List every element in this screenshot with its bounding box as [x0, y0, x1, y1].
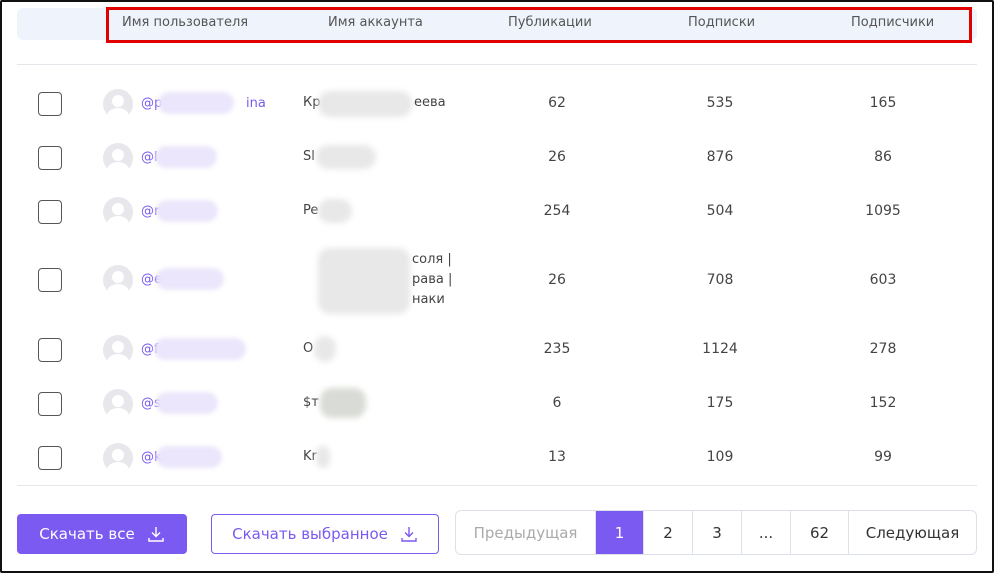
followers-count: 603	[869, 272, 897, 288]
header-subscriptions[interactable]: Подписки	[688, 15, 755, 30]
redacted-username	[156, 268, 224, 290]
download-icon	[148, 527, 164, 542]
publications-count: 235	[543, 341, 571, 357]
redacted-username	[156, 392, 218, 414]
account-name: $т	[303, 395, 319, 410]
table-row: @r Pe 254 504 1095	[0, 186, 994, 238]
avatar	[103, 265, 133, 295]
row-checkbox[interactable]	[38, 268, 62, 292]
avatar	[103, 89, 133, 119]
subscriptions-count: 175	[706, 395, 734, 411]
account-name: Kr	[303, 449, 317, 464]
header-divider	[17, 64, 977, 65]
header-username[interactable]: Имя пользователя	[122, 15, 248, 30]
redacted-account	[320, 388, 366, 418]
table-footer-divider	[17, 485, 977, 486]
account-name: O	[303, 341, 314, 356]
redacted-account	[316, 145, 376, 169]
publications-count: 26	[548, 149, 566, 165]
redacted-account	[318, 248, 410, 314]
pagination-page-1[interactable]: 1	[596, 511, 644, 554]
table-row: @e соля | рава | наки 26 708 603	[0, 240, 994, 324]
row-checkbox[interactable]	[38, 92, 62, 116]
followers-count: 278	[869, 341, 897, 357]
header-publications[interactable]: Публикации	[508, 15, 592, 30]
redacted-username	[156, 446, 222, 468]
publications-count: 26	[548, 272, 566, 288]
pagination-next-button[interactable]: Следующая	[849, 511, 976, 554]
account-name: Pe	[303, 203, 319, 218]
followers-count: 99	[874, 449, 892, 465]
table-row: @f O 235 1124 278	[0, 324, 994, 376]
avatar	[103, 443, 133, 473]
pagination: Предыдущая 1 2 3 ... 62 Следующая	[455, 510, 977, 555]
avatar	[103, 143, 133, 173]
table-row: @l Sl 26 876 86	[0, 132, 994, 184]
header-account-name[interactable]: Имя аккаунта	[328, 15, 423, 30]
redacted-username	[156, 200, 218, 222]
subscriptions-count: 1124	[702, 341, 738, 357]
followers-count: 86	[874, 149, 892, 165]
publications-count: 62	[548, 95, 566, 111]
row-checkbox[interactable]	[38, 200, 62, 224]
row-checkbox[interactable]	[38, 146, 62, 170]
table-row: @k Kr 13 109 99	[0, 432, 994, 484]
table-row: @s $т 6 175 152	[0, 378, 994, 430]
table-row: @p ina Кр еева 62 535 165	[0, 78, 994, 130]
download-selected-button[interactable]: Скачать выбранное	[211, 514, 439, 554]
publications-count: 254	[543, 203, 571, 219]
subscriptions-count: 504	[706, 203, 734, 219]
subscriptions-count: 708	[706, 272, 734, 288]
account-name-line2: рава |	[412, 272, 453, 287]
avatar	[103, 389, 133, 419]
row-checkbox[interactable]	[38, 338, 62, 362]
redacted-username	[155, 146, 217, 168]
pagination-page-2[interactable]: 2	[644, 511, 693, 554]
publications-count: 13	[548, 449, 566, 465]
redacted-account	[316, 446, 330, 468]
redacted-account	[318, 91, 412, 117]
subscriptions-count: 109	[706, 449, 734, 465]
account-name-line1: соля |	[412, 252, 452, 267]
download-icon	[401, 527, 417, 542]
account-name-line3: наки	[412, 292, 445, 307]
followers-count: 1095	[865, 203, 901, 219]
avatar	[103, 335, 133, 365]
download-all-button[interactable]: Скачать все	[17, 514, 187, 554]
download-selected-label: Скачать выбранное	[232, 525, 388, 543]
followers-count: 165	[869, 95, 897, 111]
publications-count: 6	[552, 395, 562, 411]
header-followers[interactable]: Подписчики	[851, 15, 934, 30]
redacted-username	[158, 92, 234, 114]
followers-count: 152	[869, 395, 897, 411]
pagination-page-3[interactable]: 3	[693, 511, 742, 554]
redacted-account	[314, 336, 336, 362]
pagination-ellipsis: ...	[742, 511, 791, 554]
username-suffix: ina	[246, 96, 266, 111]
pagination-page-last[interactable]: 62	[791, 511, 849, 554]
row-checkbox[interactable]	[38, 392, 62, 416]
redacted-username	[154, 338, 246, 360]
subscriptions-count: 876	[706, 149, 734, 165]
avatar	[103, 197, 133, 227]
row-checkbox[interactable]	[38, 446, 62, 470]
subscriptions-count: 535	[706, 95, 734, 111]
pagination-prev-button[interactable]: Предыдущая	[456, 511, 596, 554]
download-all-label: Скачать все	[39, 525, 135, 543]
account-name-suffix: еева	[414, 95, 446, 110]
account-name: Sl	[303, 149, 315, 164]
redacted-account	[318, 199, 352, 223]
